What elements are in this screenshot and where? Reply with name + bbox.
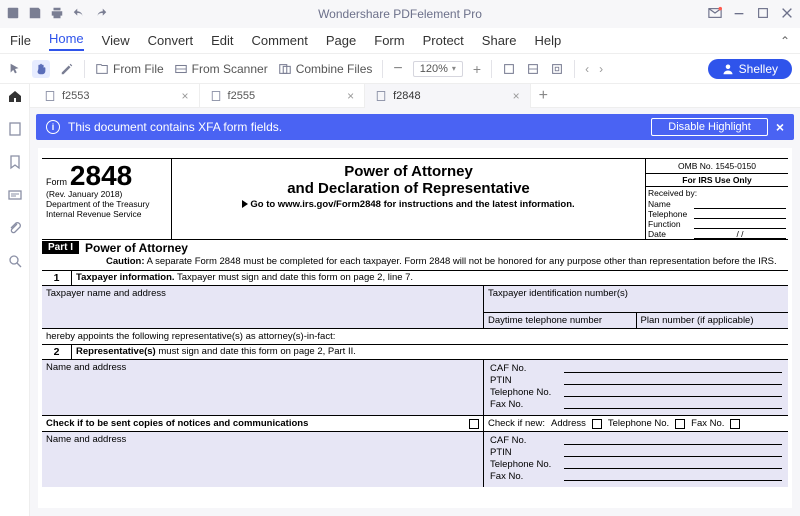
- minimize-icon[interactable]: [732, 6, 746, 23]
- separator: [84, 60, 85, 78]
- rep2-name-field[interactable]: Name and address: [42, 432, 484, 487]
- next-page-icon[interactable]: ›: [599, 62, 603, 76]
- tab-f2553[interactable]: f2553×: [34, 84, 200, 108]
- combine-files-button[interactable]: Combine Files: [278, 62, 373, 76]
- appoints-text: hereby appoints the following representa…: [42, 328, 788, 344]
- check-send-copies-row: Check if to be sent copies of notices an…: [42, 416, 484, 431]
- menu-convert[interactable]: Convert: [148, 33, 194, 48]
- menu-protect[interactable]: Protect: [423, 33, 464, 48]
- part1-bar: Part I Power of Attorney: [42, 239, 788, 255]
- tab-f2848[interactable]: f2848×: [365, 84, 531, 108]
- caf-no-field-2[interactable]: [564, 435, 782, 445]
- hand-tool-icon[interactable]: [32, 60, 50, 78]
- menubar: File Home View Convert Edit Comment Page…: [0, 28, 800, 54]
- menu-file[interactable]: File: [10, 33, 31, 48]
- fit-page-icon[interactable]: [526, 62, 540, 76]
- caution-text: Caution: A separate Form 2848 must be co…: [42, 255, 788, 270]
- menu-share[interactable]: Share: [482, 33, 517, 48]
- zoom-out-button[interactable]: −: [393, 60, 402, 78]
- actual-size-icon[interactable]: [550, 62, 564, 76]
- search-icon[interactable]: [7, 253, 23, 272]
- new-tab-button[interactable]: +: [531, 87, 556, 105]
- tin-field[interactable]: Taxpayer identification number(s): [484, 286, 788, 312]
- menu-comment[interactable]: Comment: [252, 33, 308, 48]
- separator: [574, 60, 575, 78]
- toolbar: From File From Scanner Combine Files − 1…: [0, 54, 800, 84]
- zoom-level[interactable]: 120%▾: [413, 61, 463, 77]
- disable-highlight-button[interactable]: Disable Highlight: [651, 118, 768, 136]
- menu-view[interactable]: View: [102, 33, 130, 48]
- zoom-in-button[interactable]: +: [473, 61, 481, 77]
- form-header-right: OMB No. 1545-0150 For IRS Use Only Recei…: [646, 159, 788, 239]
- home-icon[interactable]: [7, 88, 23, 107]
- telephone-no-field-2[interactable]: [564, 459, 782, 469]
- close-notification-icon[interactable]: ×: [776, 119, 784, 135]
- menu-home[interactable]: Home: [49, 31, 84, 51]
- ptin-field[interactable]: [564, 375, 782, 385]
- app-title: Wondershare PDFelement Pro: [0, 7, 800, 21]
- fax-no-field[interactable]: [564, 399, 782, 409]
- close-tab-icon[interactable]: ×: [347, 89, 354, 103]
- checkbox-new-address[interactable]: [592, 419, 602, 429]
- attachments-icon[interactable]: [7, 220, 23, 239]
- select-tool-icon[interactable]: [8, 62, 22, 76]
- prev-page-icon[interactable]: ‹: [585, 62, 589, 76]
- tab-f2555[interactable]: f2555×: [200, 84, 366, 108]
- edit-tool-icon[interactable]: [60, 62, 74, 76]
- notification-message: This document contains XFA form fields.: [68, 120, 643, 134]
- form-header-left: Form 2848 (Rev. January 2018) Department…: [42, 159, 172, 239]
- taxpayer-name-field[interactable]: Taxpayer name and address: [42, 286, 484, 328]
- xfa-notification: i This document contains XFA form fields…: [36, 114, 794, 140]
- close-tab-icon[interactable]: ×: [182, 89, 189, 103]
- ptin-field-2[interactable]: [564, 447, 782, 457]
- from-file-button[interactable]: From File: [95, 62, 164, 76]
- mail-icon[interactable]: [708, 6, 722, 23]
- menu-help[interactable]: Help: [535, 33, 562, 48]
- telephone-no-field[interactable]: [564, 387, 782, 397]
- bookmark-icon[interactable]: [7, 154, 23, 173]
- annotations-icon[interactable]: [7, 187, 23, 206]
- thumbnails-icon[interactable]: [7, 121, 23, 140]
- fit-width-icon[interactable]: [502, 62, 516, 76]
- menu-form[interactable]: Form: [374, 33, 404, 48]
- checkbox-new-telephone[interactable]: [675, 419, 685, 429]
- fax-no-field-2[interactable]: [564, 471, 782, 481]
- section-1: 1 Taxpayer information. Taxpayer must si…: [42, 270, 788, 285]
- collapse-ribbon-icon[interactable]: ⌃: [780, 34, 790, 48]
- user-button[interactable]: Shelley: [708, 59, 792, 79]
- form-title: Power of Attorney and Declaration of Rep…: [172, 159, 646, 239]
- from-scanner-button[interactable]: From Scanner: [174, 62, 268, 76]
- check-if-new-row: Check if new: Address Telephone No. Fax …: [484, 416, 788, 431]
- checkbox-send-copies[interactable]: [469, 419, 479, 429]
- caf-no-field[interactable]: [564, 363, 782, 373]
- maximize-icon[interactable]: [756, 6, 770, 23]
- plan-number-field[interactable]: Plan number (if applicable): [637, 313, 789, 328]
- document-page: Form 2848 (Rev. January 2018) Department…: [38, 148, 792, 508]
- separator: [491, 60, 492, 78]
- titlebar: Wondershare PDFelement Pro: [0, 0, 800, 28]
- menu-edit[interactable]: Edit: [211, 33, 233, 48]
- close-tab-icon[interactable]: ×: [513, 89, 520, 103]
- close-icon[interactable]: [780, 6, 794, 23]
- tabstrip: f2553× f2555× f2848× +: [30, 84, 800, 108]
- daytime-telephone-field[interactable]: Daytime telephone number: [484, 313, 637, 328]
- section-2: 2 Representative(s) must sign and date t…: [42, 344, 788, 359]
- rep1-name-field[interactable]: Name and address: [42, 360, 484, 415]
- info-icon: i: [46, 120, 60, 134]
- menu-page[interactable]: Page: [326, 33, 356, 48]
- left-sidebar: [0, 84, 30, 516]
- separator: [382, 60, 383, 78]
- checkbox-new-fax[interactable]: [730, 419, 740, 429]
